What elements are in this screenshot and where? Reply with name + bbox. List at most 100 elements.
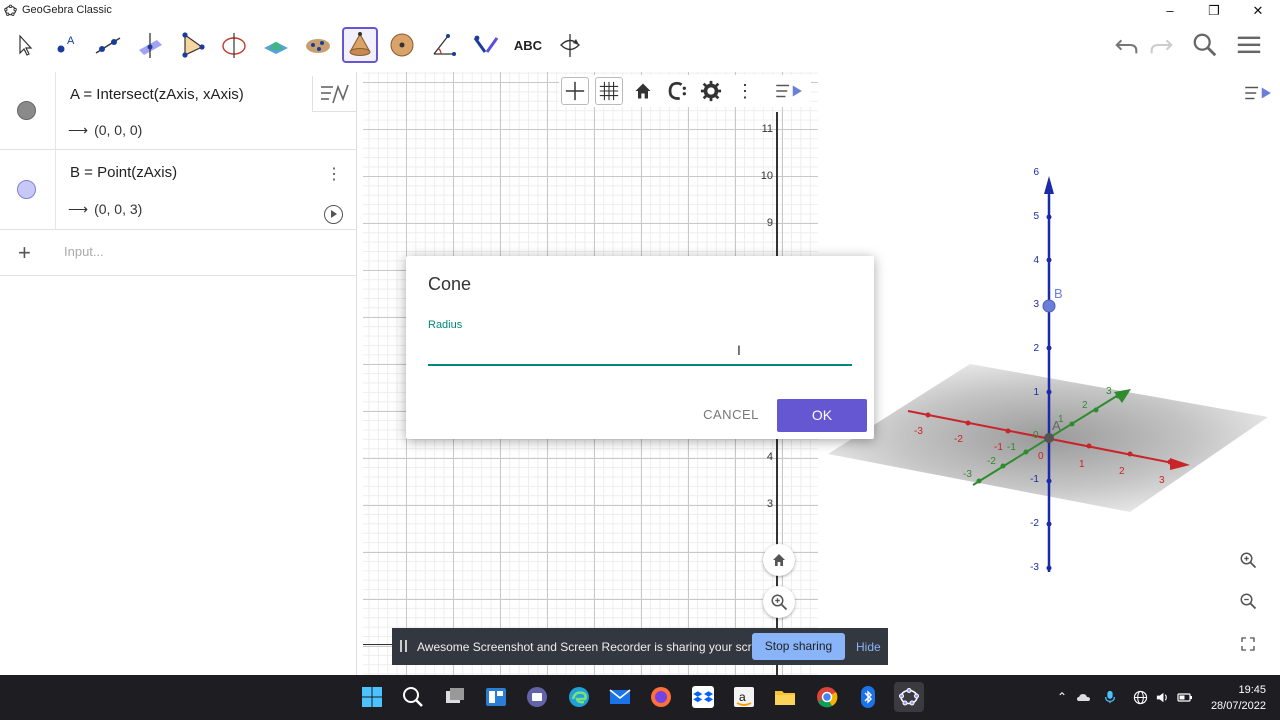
- visibility-toggle[interactable]: [17, 101, 36, 120]
- algebra-style-button[interactable]: [312, 76, 356, 112]
- mail-icon[interactable]: [605, 682, 635, 712]
- point-a[interactable]: [1044, 433, 1054, 443]
- point-b[interactable]: [1042, 299, 1056, 313]
- cone-dialog: Cone Radius I CANCEL OK: [406, 256, 874, 439]
- window-title: GeoGebra Classic: [22, 4, 112, 16]
- ok-button[interactable]: OK: [777, 399, 867, 432]
- show-grid-icon[interactable]: [595, 77, 623, 105]
- battery-icon[interactable]: [1177, 689, 1193, 705]
- x-tick-label: -1: [994, 442, 1003, 453]
- y-tick-label: 0: [1033, 430, 1039, 441]
- zoom-in-3d-icon[interactable]: [1233, 545, 1263, 575]
- settings-gear-icon[interactable]: [697, 77, 725, 105]
- angle-tool-icon[interactable]: [426, 27, 462, 63]
- teams-chat-icon[interactable]: [522, 682, 552, 712]
- reflect-tool-icon[interactable]: [468, 27, 504, 63]
- cancel-button[interactable]: CANCEL: [696, 403, 766, 427]
- visibility-toggle[interactable]: [17, 180, 36, 199]
- standard-view-home-icon[interactable]: [763, 544, 795, 576]
- dialog-title: Cone: [428, 274, 472, 294]
- radius-label: Radius: [428, 319, 463, 331]
- volume-icon[interactable]: [1154, 689, 1170, 705]
- redo-icon[interactable]: [1146, 30, 1176, 60]
- home-icon[interactable]: [629, 77, 657, 105]
- show-axes-icon[interactable]: [561, 77, 589, 105]
- maximize-icon[interactable]: ❐: [1192, 1, 1236, 21]
- arrow-icon: ⟶: [68, 201, 89, 217]
- radius-input[interactable]: [428, 338, 852, 366]
- algebra-row[interactable]: A = Intersect(zAxis, xAxis) ⟶ (0, 0, 0): [0, 72, 357, 150]
- windows-taskbar: a ⌃ 19:45 28/07/2022: [0, 675, 1280, 720]
- circle-axis-tool-icon[interactable]: [216, 27, 252, 63]
- algebra-input-row[interactable]: + Input...: [0, 230, 357, 276]
- more-options-icon[interactable]: ⋮: [326, 167, 342, 184]
- more-vertical-icon[interactable]: ⋮: [731, 77, 759, 105]
- chrome-icon[interactable]: [812, 682, 842, 712]
- value-text: ⟶ (0, 0, 0): [68, 122, 142, 139]
- x-tick-label: 1: [1079, 459, 1085, 470]
- show-hidden-icons-icon[interactable]: ⌃: [1054, 689, 1070, 705]
- point-b-label: B: [1054, 286, 1063, 301]
- x-tick-label: -2: [954, 434, 963, 445]
- point-tool-icon[interactable]: A: [48, 27, 84, 63]
- undo-icon[interactable]: [1112, 30, 1142, 60]
- z-tick-label: 1: [1033, 387, 1039, 398]
- toggle-3d-style-bar-icon[interactable]: [1240, 78, 1278, 108]
- sphere-tool-icon[interactable]: [384, 27, 420, 63]
- edge-browser-icon[interactable]: [564, 682, 594, 712]
- point-capturing-icon[interactable]: [663, 77, 691, 105]
- polygon-tool-icon[interactable]: [174, 27, 210, 63]
- text-tool-icon[interactable]: ABC: [510, 27, 546, 63]
- clock-date[interactable]: 28/07/2022: [1200, 700, 1266, 712]
- definition-text[interactable]: B = Point(zAxis): [70, 164, 177, 181]
- y-tick-label: -2: [987, 456, 996, 467]
- svg-text:a: a: [739, 690, 746, 704]
- toggle-style-bar-icon[interactable]: [773, 77, 807, 105]
- z-tick-label: 5: [1033, 211, 1039, 222]
- line-tool-icon[interactable]: [90, 27, 126, 63]
- z-tick-label: 3: [1033, 299, 1039, 310]
- search-icon[interactable]: [1190, 30, 1220, 60]
- algebra-row[interactable]: B = Point(zAxis) ⟶ (0, 0, 3) ⋮: [0, 150, 357, 230]
- cone-tool-icon[interactable]: [342, 27, 378, 63]
- pyramid-tool-icon[interactable]: [300, 27, 336, 63]
- y-tick-label: 10: [760, 170, 773, 182]
- menu-icon[interactable]: [1234, 30, 1264, 60]
- 3d-scene: 6 5 4 3 2 1 -1 -2 -3 -3 -2 -1 0 1 2 3 -3…: [828, 167, 1268, 573]
- add-icon[interactable]: +: [18, 240, 31, 266]
- move-tool-icon[interactable]: [6, 27, 42, 63]
- x-tick-label: -3: [914, 426, 923, 437]
- geogebra-taskbar-icon[interactable]: [894, 682, 924, 712]
- definition-text[interactable]: A = Intersect(zAxis, xAxis): [70, 86, 244, 103]
- perpendicular-line-tool-icon[interactable]: [132, 27, 168, 63]
- clock-time[interactable]: 19:45: [1220, 684, 1266, 696]
- close-icon[interactable]: ✕: [1236, 1, 1280, 21]
- rotate-view-tool-icon[interactable]: [552, 27, 588, 63]
- task-view-icon[interactable]: [440, 682, 470, 712]
- firefox-icon[interactable]: [646, 682, 676, 712]
- play-animation-icon[interactable]: [324, 205, 343, 224]
- onedrive-icon[interactable]: [1076, 689, 1092, 705]
- text-cursor-icon: I: [737, 342, 741, 358]
- zoom-out-3d-icon[interactable]: [1233, 586, 1263, 616]
- minimize-icon[interactable]: –: [1148, 1, 1192, 21]
- network-globe-icon[interactable]: [1132, 689, 1148, 705]
- z-tick-label: 2: [1033, 343, 1039, 354]
- stop-sharing-button[interactable]: Stop sharing: [752, 633, 845, 660]
- microphone-icon[interactable]: [1102, 689, 1118, 705]
- graphics-view-3d[interactable]: 6 5 4 3 2 1 -1 -2 -3 -3 -2 -1 0 1 2 3 -3…: [818, 72, 1280, 675]
- bluetooth-icon[interactable]: [853, 682, 883, 712]
- dropbox-icon[interactable]: [688, 682, 718, 712]
- amazon-icon[interactable]: a: [729, 682, 759, 712]
- zoom-in-icon[interactable]: [763, 586, 795, 618]
- search-taskbar-icon[interactable]: [398, 682, 428, 712]
- intersect-surfaces-tool-icon[interactable]: [258, 27, 294, 63]
- widgets-icon[interactable]: [481, 682, 511, 712]
- y-tick-label: 2: [1082, 400, 1088, 411]
- windows-start-icon[interactable]: [357, 682, 387, 712]
- file-explorer-icon[interactable]: [770, 682, 800, 712]
- fullscreen-icon[interactable]: [1233, 629, 1263, 659]
- x-tick-label: 3: [1159, 475, 1165, 486]
- hide-button[interactable]: Hide: [856, 640, 881, 654]
- algebra-input[interactable]: Input...: [64, 244, 104, 259]
